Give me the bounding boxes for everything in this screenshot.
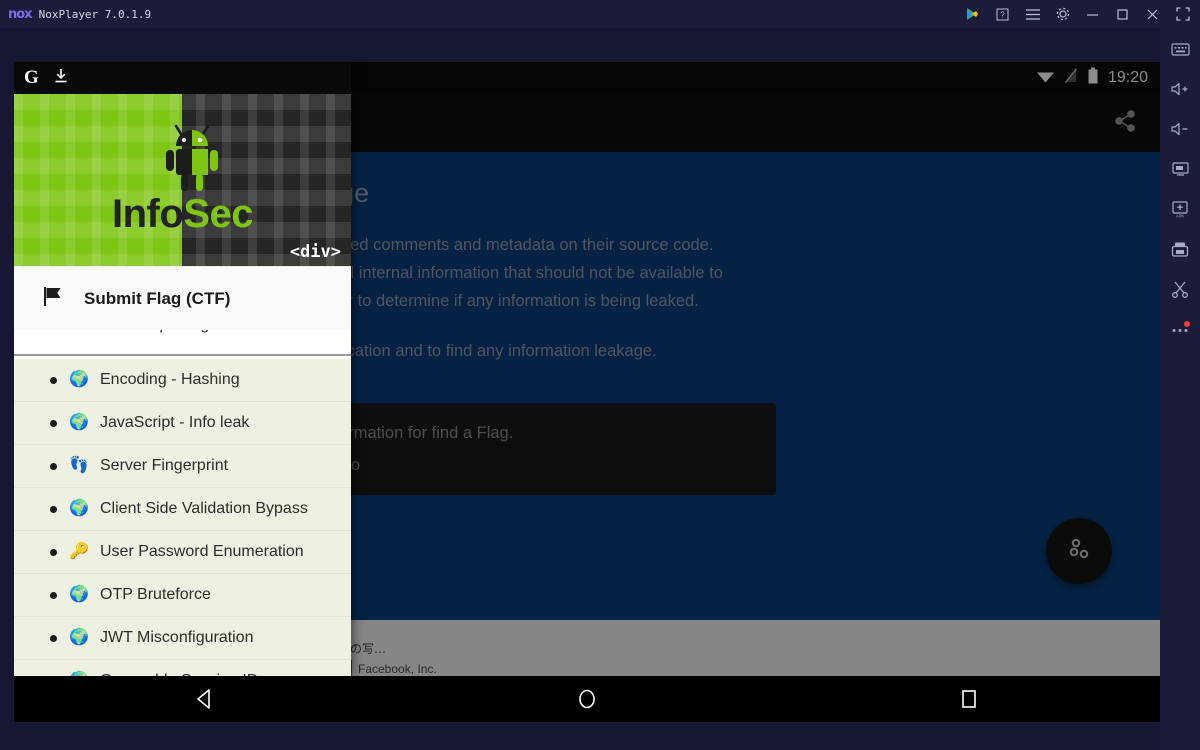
window-title-bar: nox NoxPlayer 7.0.1.9 ? — [0, 0, 1200, 28]
settings-gear-icon[interactable] — [1055, 7, 1070, 22]
drawer-item-label: Server Fingerprint — [100, 457, 229, 474]
drawer-item-user-password-enumeration[interactable]: 🔑 User Password Enumeration — [14, 531, 351, 574]
footprints-icon: 👣 — [69, 457, 89, 474]
bullet-icon — [50, 548, 57, 556]
notification-dot — [1184, 321, 1190, 327]
drawer-item-label: Encoding - Hashing — [100, 371, 240, 388]
back-button[interactable] — [194, 688, 216, 710]
window-title: NoxPlayer 7.0.1.9 — [38, 7, 152, 21]
noxplayer-window: nox NoxPlayer 7.0.1.9 ? APK 19:20 ended,… — [0, 0, 1200, 750]
drawer-item-label: JavaScript - Info leak — [100, 414, 250, 431]
drawer-item-partial-label: …… ……p……g — [91, 330, 209, 334]
drawer-item-encoding-hashing[interactable]: 🌍 Encoding - Hashing — [14, 359, 351, 402]
drawer-menu-list: 🌍 Encoding - Hashing 🌍 JavaScript - Info… — [14, 359, 351, 676]
drawer-item-label: OTP Bruteforce — [100, 586, 211, 603]
bullet-icon — [50, 462, 57, 470]
banner-word-info: Info — [112, 192, 184, 236]
svg-text:?: ? — [1000, 10, 1005, 19]
globe-icon: 🌍 — [69, 500, 89, 517]
bullet-icon — [50, 591, 57, 599]
home-button[interactable] — [576, 688, 598, 710]
emulator-side-toolbar: APK — [1160, 28, 1200, 750]
globe-icon: 🌍 — [69, 414, 89, 431]
android-navigation-bar — [14, 676, 1160, 722]
drawer-item-server-fingerprint[interactable]: 👣 Server Fingerprint — [14, 445, 351, 488]
navigation-drawer: G InfoSec <div> Submit Flag (CTF) 🌍 Enco… — [14, 62, 351, 676]
maximize-button[interactable] — [1115, 7, 1130, 22]
drawer-header-banner: InfoSec <div> — [14, 94, 351, 266]
drawer-item-label: User Password Enumeration — [100, 543, 304, 560]
scissors-icon[interactable] — [1167, 276, 1193, 302]
bullet-icon — [50, 634, 57, 642]
drawer-item-submit-flag-label: Submit Flag (CTF) — [84, 288, 231, 308]
svg-text:APK: APK — [1176, 213, 1185, 218]
banner-word-sec: Sec — [183, 192, 253, 236]
globe-icon: 🌍 — [69, 629, 89, 646]
google-icon: G — [24, 67, 39, 88]
flag-icon — [42, 285, 64, 312]
fullscreen-button[interactable] — [1175, 7, 1190, 22]
drawer-item-guessable-session-id[interactable]: 🌍 Guessable Session ID — [14, 660, 351, 676]
menu-icon[interactable] — [1025, 7, 1040, 22]
volume-down-icon[interactable] — [1167, 116, 1193, 142]
save-icon[interactable] — [1167, 236, 1193, 262]
drawer-item-submit-flag[interactable]: Submit Flag (CTF) — [14, 267, 351, 330]
android-screen: G 19:20 — [14, 62, 1160, 676]
drawer-divider — [14, 354, 351, 356]
bullet-icon — [50, 419, 57, 427]
bullet-icon — [50, 376, 57, 384]
volume-up-icon[interactable] — [1167, 76, 1193, 102]
banner-div-tag: <div> — [289, 242, 341, 262]
banner-wordmark: InfoSec — [14, 192, 351, 237]
drawer-item-javascript-info-leak[interactable]: 🌍 JavaScript - Info leak — [14, 402, 351, 445]
minimize-button[interactable] — [1085, 7, 1100, 22]
drawer-item-label: Client Side Validation Bypass — [100, 500, 308, 517]
download-icon — [53, 68, 69, 89]
key-icon: 🔑 — [69, 543, 89, 560]
drawer-status-bar: G — [14, 62, 351, 94]
globe-icon: 🌍 — [69, 586, 89, 603]
drawer-item-otp-bruteforce[interactable]: 🌍 OTP Bruteforce — [14, 574, 351, 617]
drawer-item-label: JWT Misconfiguration — [100, 629, 254, 646]
bullet-icon — [50, 505, 57, 513]
recents-button[interactable] — [958, 688, 980, 710]
screenshot-display-icon[interactable] — [1167, 156, 1193, 182]
star-icon: ★★ — [50, 330, 77, 334]
globe-icon: 🌍 — [69, 371, 89, 388]
play-store-icon[interactable] — [965, 7, 980, 22]
drawer-item-partial[interactable]: ★★ …… ……p……g — [14, 330, 351, 359]
nox-logo: nox — [8, 6, 33, 22]
android-robot-icon — [160, 122, 224, 199]
close-button[interactable] — [1145, 7, 1160, 22]
drawer-item-jwt-misconfiguration[interactable]: 🌍 JWT Misconfiguration — [14, 617, 351, 660]
help-icon[interactable]: ? — [995, 7, 1010, 22]
install-apk-icon[interactable]: APK — [1167, 196, 1193, 222]
drawer-item-client-side-validation-bypass[interactable]: 🌍 Client Side Validation Bypass — [14, 488, 351, 531]
window-controls: ? — [965, 7, 1200, 22]
more-options-icon[interactable] — [1167, 316, 1193, 342]
keyboard-icon[interactable] — [1167, 36, 1193, 62]
